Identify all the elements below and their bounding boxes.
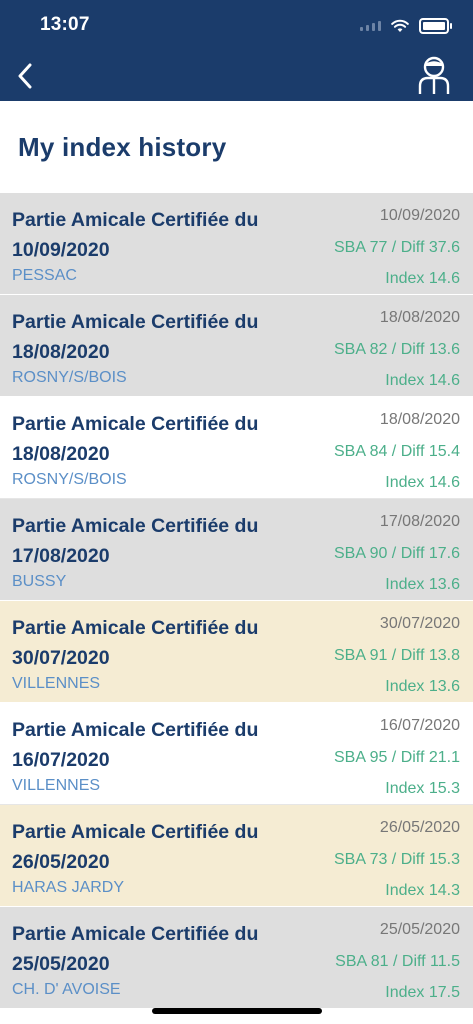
course-name: CH. D' AVOISE	[12, 981, 121, 998]
index-value: Index 17.5	[385, 984, 460, 1001]
round-title-line2: 10/09/2020	[12, 239, 110, 261]
list-item[interactable]: Partie Amicale Certifiée du 17/08/2020 BUS…	[0, 499, 473, 601]
round-title: Partie Amicale Certifiée du 18/08/2020	[12, 409, 272, 469]
course-name: HARAS JARDY	[12, 879, 125, 896]
round-title: Partie Amicale Certifiée du 30/07/2020	[12, 613, 272, 673]
golfer-profile-icon	[418, 56, 450, 94]
round-title-line2: 18/08/2020	[12, 443, 110, 465]
sba-diff: SBA 81 / Diff 11.5	[335, 953, 460, 970]
sba-diff: SBA 90 / Diff 17.6	[333, 545, 460, 562]
index-value: Index 13.6	[385, 576, 460, 593]
sba-diff: SBA 95 / Diff 21.1	[333, 749, 460, 766]
sba-diff: SBA 84 / Diff 15.4	[333, 443, 460, 460]
round-title-line1: Partie Amicale Certifiée du	[12, 617, 259, 639]
round-date: 26/05/2020	[379, 819, 460, 836]
list-item[interactable]: Partie Amicale Certifiée du 18/08/2020 ROS…	[0, 295, 473, 397]
sba-diff: SBA 91 / Diff 13.8	[333, 647, 460, 664]
round-date: 30/07/2020	[379, 615, 460, 632]
status-icons	[360, 16, 452, 36]
round-title: Partie Amicale Certifiée du 25/05/2020	[12, 919, 272, 979]
list-item[interactable]: Partie Amicale Certifiée du 30/07/2020 VIL…	[0, 601, 473, 703]
course-name: BUSSY	[12, 573, 67, 590]
list-item[interactable]: Partie Amicale Certifiée du 10/09/2020 PES…	[0, 193, 473, 295]
round-title-line1: Partie Amicale Certifiée du	[12, 719, 259, 741]
round-date: 16/07/2020	[379, 717, 460, 734]
round-title-line1: Partie Amicale Certifiée du	[12, 821, 259, 843]
round-title: Partie Amicale Certifiée du 26/05/2020	[12, 817, 272, 877]
nav-bar: 13:07	[0, 0, 473, 101]
round-title-line1: Partie Amicale Certifiée du	[12, 209, 259, 231]
back-button[interactable]	[10, 58, 40, 94]
home-indicator	[152, 1008, 322, 1014]
battery-icon	[419, 18, 452, 34]
chevron-left-icon	[18, 63, 32, 89]
round-title-line1: Partie Amicale Certifiée du	[12, 515, 259, 537]
index-value: Index 14.3	[385, 882, 460, 899]
round-date: 10/09/2020	[379, 207, 460, 224]
index-history-list: Partie Amicale Certifiée du 10/09/2020 PES…	[0, 193, 473, 1009]
course-name: ROSNY/S/BOIS	[12, 471, 127, 488]
page-header: My index history	[0, 101, 473, 193]
cellular-signal-icon	[360, 21, 381, 31]
index-value: Index 14.6	[385, 474, 460, 491]
list-item[interactable]: Partie Amicale Certifiée du 18/08/2020 ROS…	[0, 397, 473, 499]
course-name: PESSAC	[12, 267, 77, 284]
round-title-line2: 17/08/2020	[12, 545, 110, 567]
index-value: Index 14.6	[385, 270, 460, 287]
course-name: ROSNY/S/BOIS	[12, 369, 127, 386]
round-date: 17/08/2020	[379, 513, 460, 530]
index-value: Index 13.6	[385, 678, 460, 695]
round-title: Partie Amicale Certifiée du 17/08/2020	[12, 511, 272, 571]
page-title: My index history	[18, 132, 227, 162]
round-date: 18/08/2020	[379, 411, 460, 428]
list-item[interactable]: Partie Amicale Certifiée du 16/07/2020 VIL…	[0, 703, 473, 805]
round-title-line1: Partie Amicale Certifiée du	[12, 413, 259, 435]
round-title: Partie Amicale Certifiée du 10/09/2020	[12, 205, 272, 265]
status-time: 13:07	[40, 14, 90, 35]
list-item[interactable]: Partie Amicale Certifiée du 26/05/2020 HAR…	[0, 805, 473, 907]
round-title-line2: 26/05/2020	[12, 851, 110, 873]
round-date: 18/08/2020	[379, 309, 460, 326]
sba-diff: SBA 82 / Diff 13.6	[333, 341, 460, 358]
round-title: Partie Amicale Certifiée du 18/08/2020	[12, 307, 272, 367]
sba-diff: SBA 77 / Diff 37.6	[333, 239, 460, 256]
round-title-line2: 30/07/2020	[12, 647, 110, 669]
profile-button[interactable]	[417, 54, 451, 96]
round-title-line2: 16/07/2020	[12, 749, 110, 771]
sba-diff: SBA 73 / Diff 15.3	[333, 851, 460, 868]
round-title-line1: Partie Amicale Certifiée du	[12, 923, 259, 945]
round-title-line2: 25/05/2020	[12, 953, 110, 975]
round-title-line1: Partie Amicale Certifiée du	[12, 311, 259, 333]
wifi-icon	[391, 19, 409, 32]
course-name: VILLENNES	[12, 777, 101, 794]
list-item[interactable]: Partie Amicale Certifiée du 25/05/2020 CH.…	[0, 907, 473, 1009]
course-name: VILLENNES	[12, 675, 101, 692]
round-title: Partie Amicale Certifiée du 16/07/2020	[12, 715, 272, 775]
index-value: Index 14.6	[385, 372, 460, 389]
index-value: Index 15.3	[385, 780, 460, 797]
round-title-line2: 18/08/2020	[12, 341, 110, 363]
round-date: 25/05/2020	[379, 921, 460, 938]
